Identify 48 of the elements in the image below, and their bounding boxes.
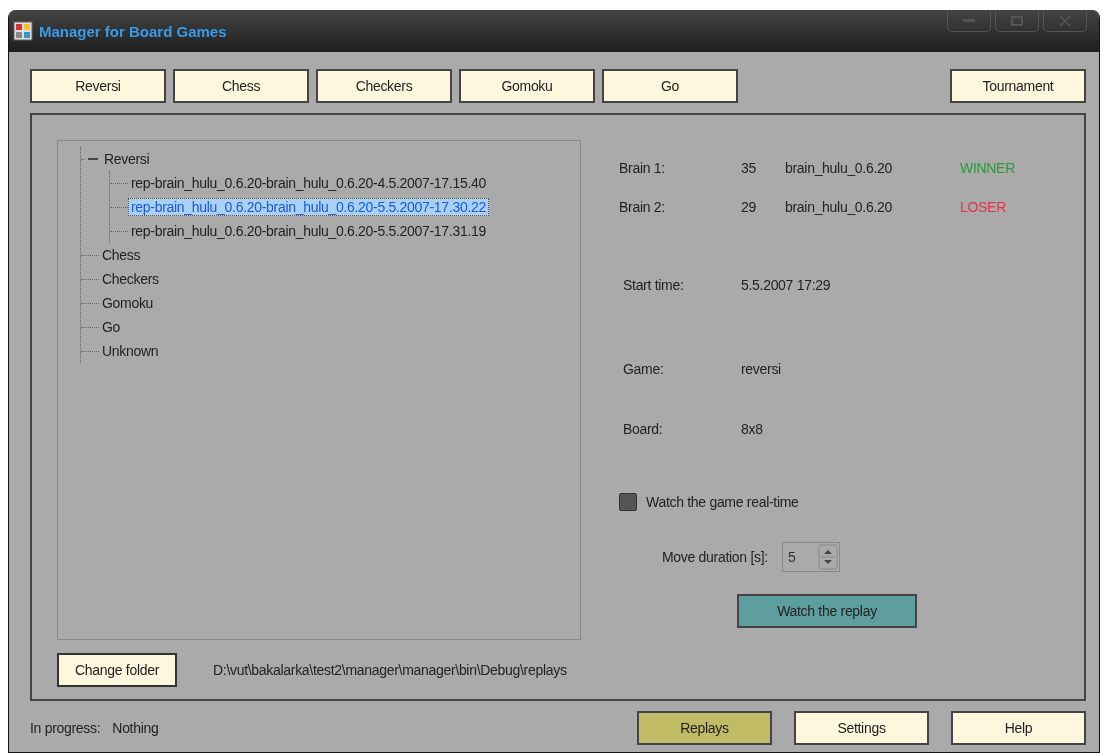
tournament-button[interactable]: Tournament: [950, 69, 1086, 103]
checkbox-label: Watch the game real-time: [646, 494, 799, 510]
field-value: 5.5.2007 17:29: [741, 277, 832, 293]
field-label: Brain 2:: [619, 199, 666, 217]
game-button[interactable]: Reversi: [30, 69, 166, 103]
game-button[interactable]: Go: [602, 69, 738, 103]
tree-item[interactable]: Chess: [99, 246, 144, 264]
field-value: 8x8: [741, 421, 764, 437]
tree-item[interactable]: Unknown: [99, 342, 162, 360]
result-label: LOSER: [960, 199, 1007, 217]
nav-tab[interactable]: Help: [951, 711, 1086, 745]
tree-item[interactable]: Reversi: [101, 150, 153, 168]
status-value: Nothing: [112, 720, 159, 736]
brain-name: brain_hulu_0.6.20: [785, 199, 893, 217]
field-value: reversi: [741, 361, 782, 377]
game-button[interactable]: Gomoku: [459, 69, 595, 103]
tree-item[interactable]: rep-brain_hulu_0.6.20-brain_hulu_0.6.20-4.5.2007-17.15.40: [128, 174, 489, 192]
score-value: 29: [741, 199, 757, 217]
close-icon: [1059, 15, 1071, 26]
field-label: Move duration [s]:: [662, 549, 768, 565]
brain-name: brain_hulu_0.6.20: [785, 160, 893, 178]
game-button[interactable]: Chess: [173, 69, 309, 103]
field-label: Start time:: [623, 277, 685, 293]
window-title: Manager for Board Games: [39, 22, 227, 40]
minimize-button[interactable]: [947, 10, 991, 32]
field-label: Brain 1:: [619, 160, 666, 178]
maximize-button[interactable]: [995, 10, 1039, 32]
tree-item[interactable]: Checkers: [99, 270, 162, 288]
score-value: 35: [741, 160, 757, 178]
field-label: Game:: [623, 361, 665, 377]
field-label: Board:: [623, 421, 664, 437]
app-icon: [13, 21, 33, 41]
maximize-icon: [1011, 15, 1023, 26]
tree-item[interactable]: Gomoku: [99, 294, 157, 312]
minimize-icon: [963, 18, 975, 23]
folder-path: D:\vut\bakalarka\test2\manager\manager\bin\Debug\replays: [213, 662, 567, 678]
nav-tab[interactable]: Settings: [794, 711, 929, 745]
tree-item[interactable]: Go: [99, 318, 124, 336]
tree-item[interactable]: rep-brain_hulu_0.6.20-brain_hulu_0.6.20-5.5.2007-17.31.19: [128, 222, 489, 240]
change-folder-button[interactable]: Change folder: [57, 653, 177, 687]
close-button[interactable]: [1043, 10, 1087, 32]
watch-replay-button[interactable]: Watch the replay: [737, 594, 917, 628]
game-button[interactable]: Checkers: [316, 69, 452, 103]
result-label: WINNER: [960, 160, 1016, 178]
status-label: In progress:: [30, 720, 101, 736]
checkbox[interactable]: [619, 493, 637, 511]
tree-item[interactable]: rep-brain_hulu_0.6.20-brain_hulu_0.6.20-5.5.2007-17.30.22: [128, 198, 489, 216]
nav-tab[interactable]: Replays: [637, 711, 772, 745]
